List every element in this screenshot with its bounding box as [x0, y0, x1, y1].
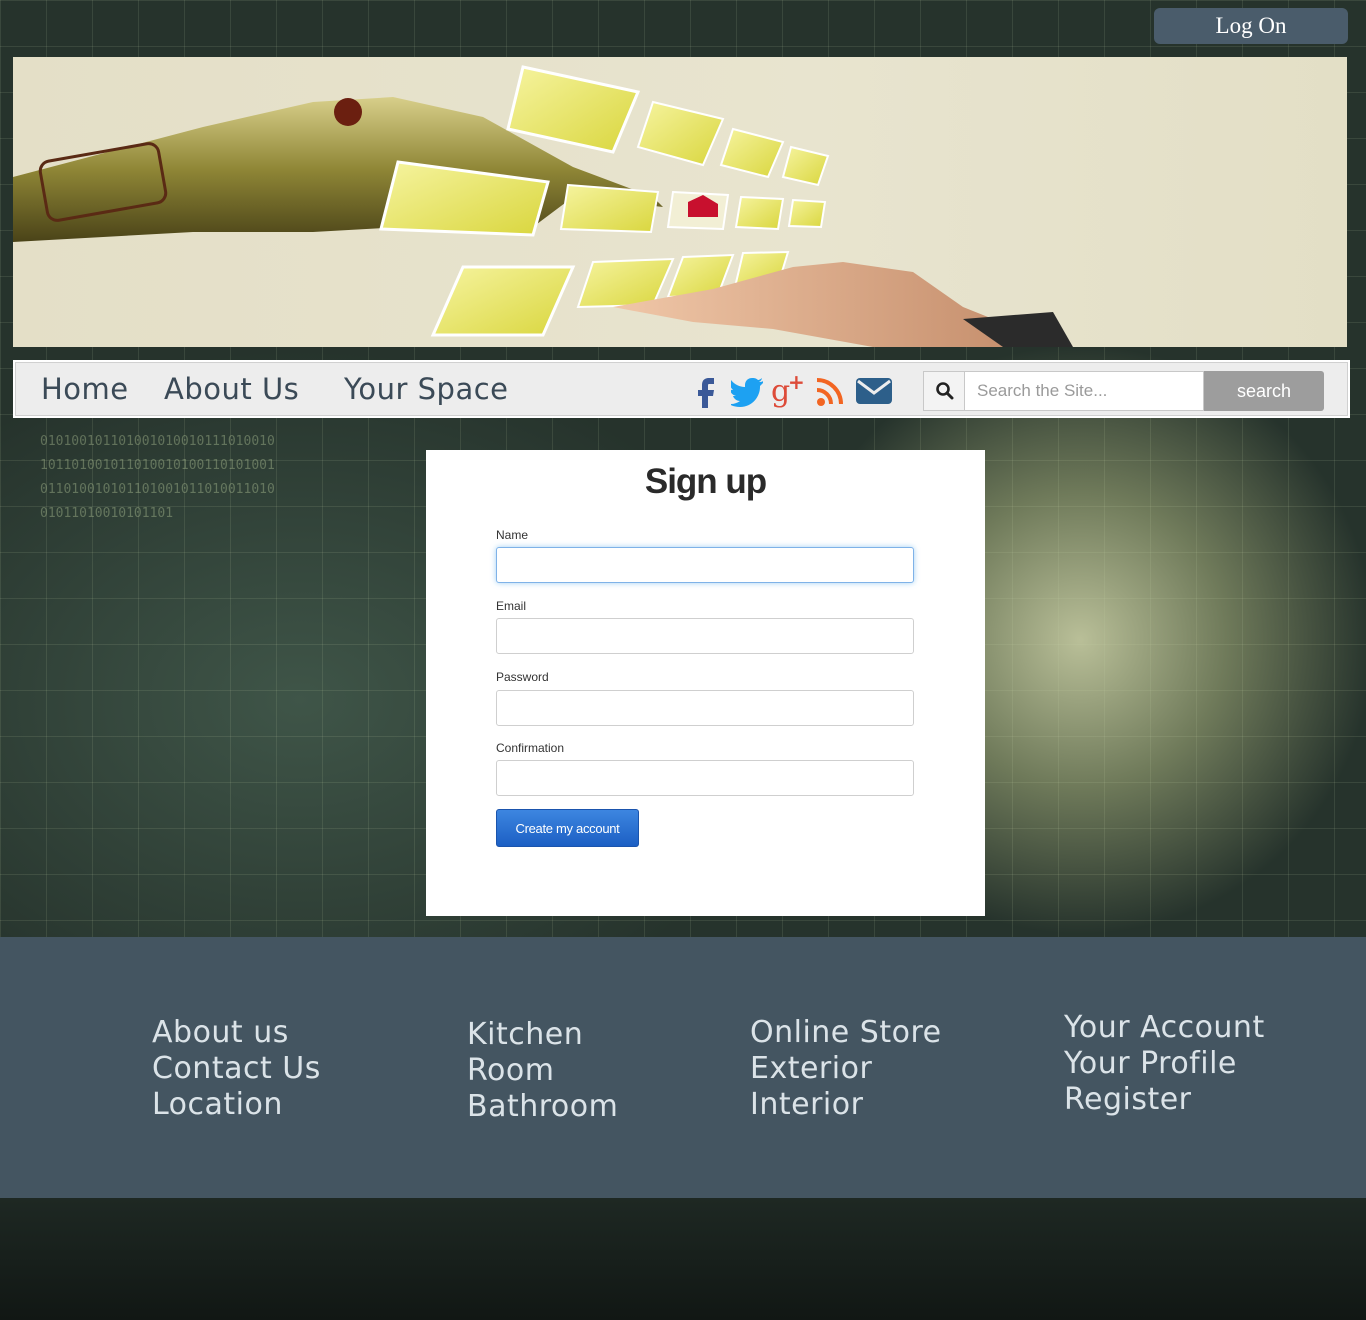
footer-column-store: Online Store Exterior Interior [750, 1015, 942, 1123]
footer-link-room[interactable]: Room [467, 1053, 618, 1089]
password-field[interactable] [496, 690, 914, 726]
footer-column-about: About us Contact Us Location [152, 1015, 321, 1123]
rss-icon[interactable] [815, 372, 847, 408]
facebook-icon[interactable] [695, 372, 717, 408]
footer: About us Contact Us Location Kitchen Roo… [0, 937, 1366, 1198]
footer-link-location[interactable]: Location [152, 1087, 321, 1123]
background-digits: 0101001011010010100101110100101011010010… [40, 434, 275, 521]
footer-link-register[interactable]: Register [1064, 1082, 1265, 1118]
footer-link-kitchen[interactable]: Kitchen [467, 1017, 618, 1053]
log-on-button[interactable]: Log On [1154, 8, 1348, 44]
signup-form: Sign up Name Email Password Confirmation… [426, 450, 985, 916]
main-navbar: Home About Us Your Space g + search [13, 360, 1350, 418]
confirmation-field[interactable] [496, 760, 914, 796]
email-label: Email [496, 599, 527, 613]
password-label: Password [496, 670, 549, 684]
human-hand [613, 262, 1023, 347]
footer-column-rooms: Kitchen Room Bathroom [467, 1017, 618, 1125]
nav-your-space[interactable]: Your Space [344, 372, 509, 406]
search-button[interactable]: search [1204, 371, 1324, 411]
page-bottom-background [0, 1198, 1366, 1320]
footer-link-contact-us[interactable]: Contact Us [152, 1051, 321, 1087]
footer-link-exterior[interactable]: Exterior [750, 1051, 942, 1087]
header-banner [13, 57, 1347, 347]
footer-column-account: Your Account Your Profile Register [1064, 1010, 1265, 1118]
nav-home[interactable]: Home [41, 372, 129, 406]
svg-text:+: + [788, 372, 805, 394]
envelope-icon[interactable] [855, 372, 893, 408]
footer-link-about-us[interactable]: About us [152, 1015, 321, 1051]
footer-link-online-store[interactable]: Online Store [750, 1015, 942, 1051]
create-account-button[interactable]: Create my account [496, 809, 639, 847]
banner-illustration [13, 65, 1073, 347]
google-plus-icon[interactable]: g + [771, 372, 807, 408]
confirmation-label: Confirmation [496, 741, 565, 755]
footer-link-interior[interactable]: Interior [750, 1087, 942, 1123]
signup-title: Sign up [644, 462, 767, 501]
email-field[interactable] [496, 618, 914, 654]
twitter-icon[interactable] [731, 372, 765, 408]
name-field[interactable] [496, 547, 914, 583]
footer-link-your-account[interactable]: Your Account [1064, 1010, 1265, 1046]
search-input[interactable] [964, 371, 1204, 411]
footer-link-bathroom[interactable]: Bathroom [467, 1089, 618, 1125]
footer-link-your-profile[interactable]: Your Profile [1064, 1046, 1265, 1082]
nav-about-us[interactable]: About Us [164, 372, 299, 406]
name-label: Name [496, 528, 529, 542]
search-icon [923, 371, 965, 411]
